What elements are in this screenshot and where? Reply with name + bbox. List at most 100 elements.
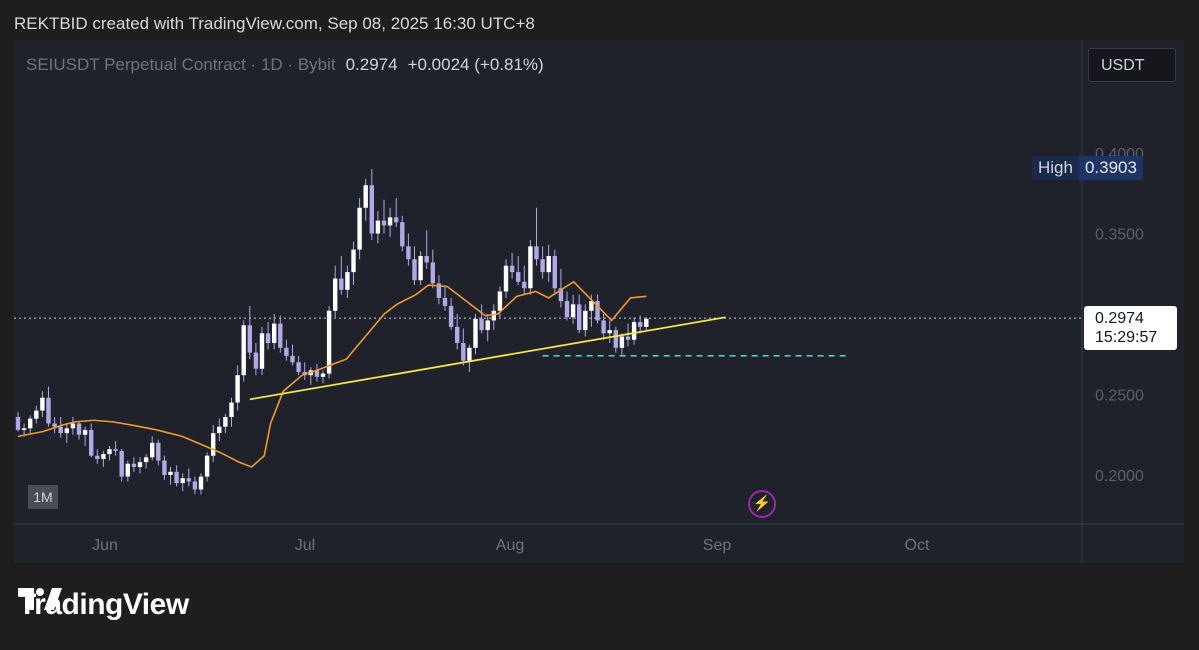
candle-body	[607, 330, 612, 334]
candle-body	[638, 322, 643, 327]
candle-body	[613, 330, 618, 348]
candle-body	[333, 278, 338, 311]
candle-body	[406, 246, 411, 260]
candle-body	[479, 318, 484, 331]
tradingview-brand: TradingView	[18, 588, 189, 622]
zoom-range-button[interactable]: 1M	[28, 485, 58, 509]
candle-body	[211, 433, 216, 456]
last-price-tag: 0.2974 15:29:57	[1084, 306, 1177, 350]
candle-body	[198, 476, 204, 490]
candle-body	[491, 310, 496, 321]
high-marker: High 0.3903	[1032, 156, 1143, 180]
candle-body	[387, 217, 393, 226]
candle-body	[509, 265, 515, 273]
candle-body	[58, 426, 63, 434]
candle-body	[412, 259, 417, 281]
legend-change: +0.0024 (+0.81%)	[407, 55, 544, 74]
x-tick-label: Jul	[295, 537, 315, 554]
candle-body	[156, 442, 161, 461]
candle-body	[497, 291, 503, 311]
legend-symbol: SEIUSDT Perpetual Contract · 1D · Bybit	[26, 55, 336, 74]
candle-body	[467, 347, 472, 361]
candle-body	[418, 256, 423, 281]
bar-countdown: 15:29:57	[1095, 329, 1158, 346]
candle-body	[351, 249, 356, 273]
candle-body	[180, 478, 185, 484]
candle-body	[70, 423, 76, 429]
candle-body	[46, 397, 51, 424]
candle-body	[583, 310, 588, 331]
candle-body	[485, 320, 490, 331]
chart-legend: SEIUSDT Perpetual Contract · 1D · Bybit …	[26, 55, 544, 75]
candle-body	[625, 336, 631, 340]
y-tick-label: 0.3500	[1095, 227, 1144, 244]
candle-body	[619, 336, 625, 348]
candle-body	[424, 256, 429, 263]
candle-body	[363, 185, 368, 208]
candle-body	[247, 325, 252, 353]
candle-body	[552, 256, 557, 289]
candle-body	[278, 323, 283, 348]
candle-body	[381, 220, 387, 226]
candle-body	[442, 297, 448, 306]
candle-body	[375, 220, 381, 234]
candle-body	[192, 481, 198, 490]
candle-body	[162, 460, 167, 475]
last-price-value: 0.2974	[1095, 310, 1144, 327]
x-tick-label: Aug	[496, 537, 524, 554]
candle-body	[540, 259, 545, 273]
candle-body	[631, 322, 637, 340]
candle-body	[546, 256, 551, 273]
candle-body	[174, 471, 179, 484]
candle-body	[473, 318, 478, 348]
x-tick-label: Jun	[92, 537, 118, 554]
candle-body	[296, 362, 301, 372]
high-value: 0.3903	[1078, 156, 1143, 180]
price-chart[interactable]: 0.40000.35000.25000.2000Jun Jul Aug Sep Oct	[14, 40, 1184, 563]
candle-body	[448, 305, 454, 327]
candle-body	[89, 429, 94, 456]
candle-body	[217, 426, 222, 434]
candle-body	[150, 442, 155, 458]
candle-body	[235, 375, 240, 403]
candle-body	[125, 463, 130, 477]
bolt-icon[interactable]: ⚡	[748, 490, 776, 518]
chart-attribution: REKTBID created with TradingView.com, Se…	[14, 14, 535, 33]
candle-body	[28, 418, 33, 429]
candle-body	[204, 455, 210, 477]
candle-body	[570, 304, 576, 318]
candle-body	[15, 417, 21, 430]
candle-body	[186, 478, 191, 482]
y-tick-label: 0.2000	[1095, 468, 1144, 485]
candle-body	[259, 333, 265, 369]
candle-body	[95, 455, 100, 459]
candle-body	[113, 449, 118, 451]
candle-body	[131, 463, 137, 467]
candle-body	[119, 450, 124, 477]
candle-body	[357, 207, 362, 250]
candle-body	[253, 352, 259, 369]
candle-body	[34, 410, 39, 419]
currency-button[interactable]: USDT	[1088, 48, 1176, 82]
candle-body	[64, 428, 69, 434]
chart-panel[interactable]: 0.4000 0.3500 0.2500 0.2000 Jun Jul Aug Sep Oct …	[14, 40, 1184, 563]
candle-body	[644, 318, 649, 327]
candle-body	[52, 423, 57, 427]
candle-body	[369, 185, 374, 234]
candle-body	[21, 428, 27, 430]
candle-body	[40, 397, 45, 411]
moving-average-line	[17, 280, 647, 468]
candle-body	[516, 272, 521, 282]
candle-body	[229, 402, 234, 418]
candle-body	[107, 449, 112, 455]
candle-body	[522, 281, 527, 289]
x-tick-label: Sep	[703, 537, 732, 554]
candle-body	[137, 462, 143, 467]
candle-body	[534, 246, 539, 260]
candle-body	[461, 342, 466, 361]
candle-body	[284, 347, 289, 356]
candle-body	[82, 429, 88, 435]
candle-body	[76, 423, 82, 435]
candle-body	[577, 304, 582, 331]
candle-body	[345, 272, 350, 290]
